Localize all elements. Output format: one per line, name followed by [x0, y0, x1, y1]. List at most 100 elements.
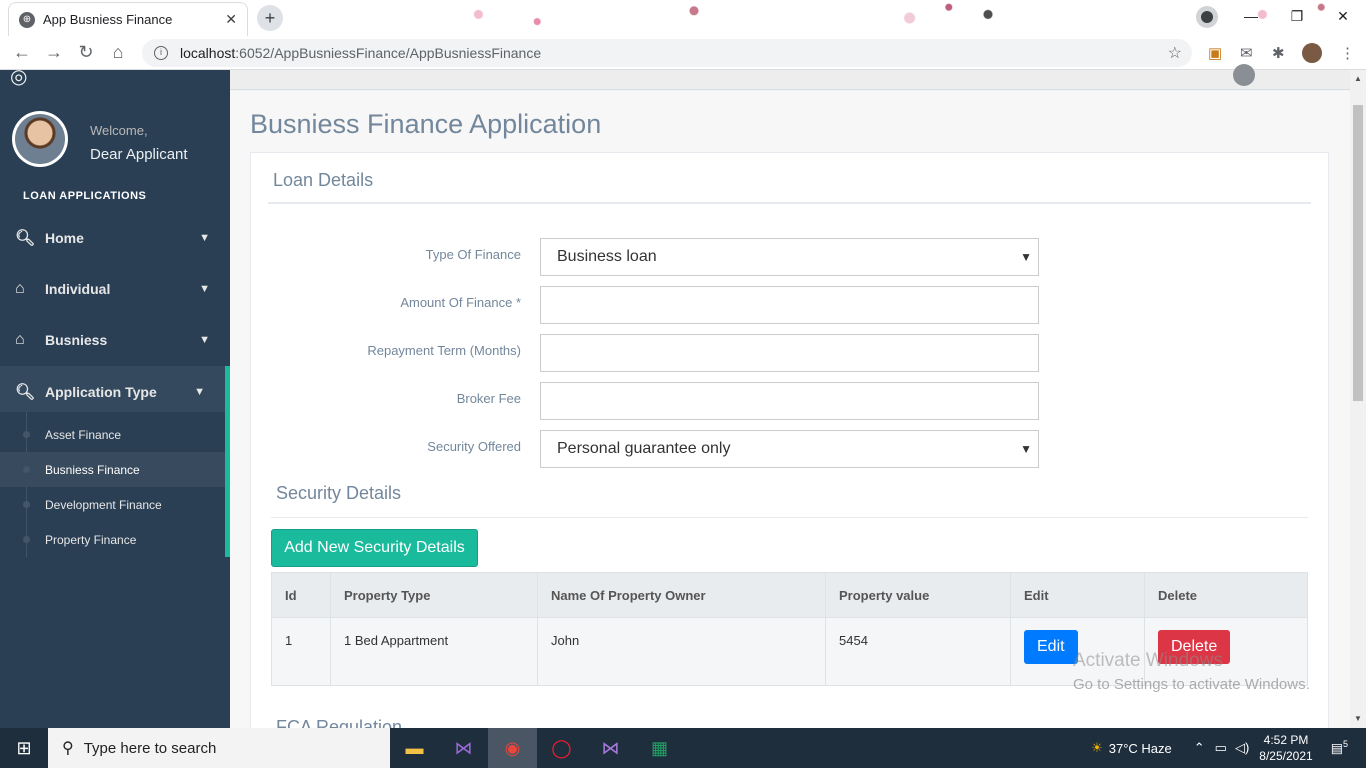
- fca-regulation-title: FCA Regulation: [276, 717, 403, 728]
- amount-of-finance-label: Amount Of Finance *: [400, 295, 521, 310]
- globe-icon: ⊕: [19, 11, 35, 28]
- chevron-down-icon: ▼: [194, 385, 205, 398]
- column-header: Delete: [1144, 572, 1308, 618]
- profile-avatar[interactable]: [1302, 43, 1322, 63]
- chrome-icon[interactable]: ◉: [488, 728, 537, 768]
- mail-icon[interactable]: ✉: [1240, 44, 1253, 62]
- clock-time: 4:52 PM: [1263, 733, 1309, 747]
- security-offered-select[interactable]: Personal guarantee only ▼: [540, 430, 1039, 468]
- cell-property-value: 5454: [825, 617, 1011, 686]
- type-of-finance-select[interactable]: Business loan ▼: [540, 238, 1039, 276]
- notification-icon[interactable]: ▤5: [1331, 739, 1348, 756]
- sidebar-subitem-property-finance[interactable]: Property Finance: [0, 522, 225, 557]
- divider: [268, 202, 1311, 204]
- edit-button[interactable]: Edit: [1024, 630, 1078, 664]
- address-bar[interactable]: i localhost:6052/AppBusniessFinance/AppB…: [142, 39, 1192, 67]
- security-offered-label: Security Offered: [427, 439, 521, 454]
- chevron-up-icon[interactable]: ⌃: [1194, 740, 1205, 756]
- user-name: Dear Applicant: [90, 146, 188, 163]
- sidebar-item-application-type[interactable]: 🔍︎ Application Type ▼: [0, 366, 230, 417]
- subitem-label: Busniess Finance: [45, 462, 140, 477]
- activate-windows-watermark: Activate Windows: [1073, 650, 1223, 671]
- chevron-down-icon: ▼: [199, 231, 210, 244]
- subitem-label: Asset Finance: [45, 427, 122, 442]
- top-nav: [230, 64, 1350, 90]
- weather-text[interactable]: 37°C Haze: [1109, 741, 1172, 756]
- windows-taskbar: ⊞ ⚲ Type here to search ▬ ⋈ ◉ ◯ ⋈ ▦ ☀ 37…: [0, 728, 1366, 768]
- page-title: Busniess Finance Application: [250, 109, 602, 139]
- bookmark-star-icon[interactable]: ☆: [1168, 43, 1182, 63]
- menu-kebab-icon[interactable]: ⋮: [1340, 44, 1355, 62]
- scrollbar-thumb[interactable]: [1353, 105, 1363, 401]
- sidebar-subitem-asset-finance[interactable]: Asset Finance: [0, 417, 225, 452]
- excel-icon[interactable]: ▦: [635, 728, 684, 768]
- site-info-icon[interactable]: i: [154, 46, 168, 60]
- cell-property-type: 1 Bed Appartment: [330, 617, 538, 686]
- browser-tab[interactable]: ⊕ App Busniess Finance ✕: [8, 2, 248, 36]
- cell-id: 1: [271, 617, 331, 686]
- cell-owner: John: [537, 617, 826, 686]
- sidebar-subitem-busniess-finance[interactable]: Busniess Finance: [0, 452, 225, 487]
- close-window-button[interactable]: ✕: [1320, 0, 1366, 32]
- page-scrollbar[interactable]: ▲ ▼: [1350, 70, 1366, 728]
- browser-tab-strip: ⊕ App Busniess Finance ✕ + — ❐ ✕: [0, 0, 1366, 36]
- column-header: Name Of Property Owner: [537, 572, 826, 618]
- puzzle-icon[interactable]: ✱: [1272, 44, 1285, 62]
- taskbar-search[interactable]: ⚲ Type here to search: [48, 728, 390, 768]
- tab-search-button[interactable]: [1196, 6, 1218, 28]
- network-icon[interactable]: ▭: [1215, 740, 1227, 756]
- search-icon: 🔍︎: [15, 229, 36, 247]
- subitem-label: Development Finance: [45, 497, 162, 512]
- back-arrow-icon[interactable]: ←: [6, 42, 38, 63]
- clock[interactable]: 4:52 PM 8/25/2021: [1259, 732, 1312, 764]
- welcome-text: Welcome,: [90, 123, 148, 138]
- sidebar-item-busniess[interactable]: ⌂ Busniess ▼: [0, 314, 230, 365]
- sidebar-item-individual[interactable]: ⌂ Individual ▼: [0, 263, 230, 314]
- sidebar-subitem-development-finance[interactable]: Development Finance: [0, 487, 225, 522]
- weather-icon: ☀: [1091, 740, 1103, 755]
- sidebar-item-home[interactable]: 🔍︎ Home ▼: [0, 212, 230, 263]
- search-placeholder: Type here to search: [83, 739, 217, 757]
- opera-icon[interactable]: ◯: [537, 728, 586, 768]
- url-path: :6052/AppBusniessFinance/AppBusniessFina…: [235, 45, 542, 61]
- type-of-finance-label: Type Of Finance: [425, 247, 521, 262]
- visual-studio-code-icon[interactable]: ⋈: [586, 728, 635, 768]
- volume-icon[interactable]: ◁): [1235, 740, 1249, 756]
- security-offered-value: Personal guarantee only: [557, 440, 731, 457]
- scroll-up-icon[interactable]: ▲: [1354, 74, 1362, 83]
- security-details-title: Security Details: [276, 483, 402, 503]
- tab-strip-decoration: [400, 0, 1366, 36]
- home-icon[interactable]: ⌂: [102, 42, 134, 63]
- search-icon: ⚲: [62, 740, 74, 757]
- column-header: Edit: [1010, 572, 1145, 618]
- clock-date: 8/25/2021: [1259, 749, 1313, 763]
- search-icon: 🔍︎: [15, 383, 36, 401]
- table-header-row: Id Property Type Name Of Property Owner …: [271, 572, 1308, 618]
- restore-button[interactable]: ❐: [1274, 0, 1320, 32]
- visual-studio-icon[interactable]: ⋈: [439, 728, 488, 768]
- broker-fee-input[interactable]: [540, 382, 1039, 420]
- sidebar-item-label: Home: [45, 229, 84, 246]
- scroll-down-icon[interactable]: ▼: [1354, 714, 1362, 723]
- logo: ◎: [10, 66, 28, 88]
- type-of-finance-value: Business loan: [557, 248, 657, 265]
- reload-icon[interactable]: ↻: [70, 42, 102, 63]
- new-tab-button[interactable]: +: [257, 5, 283, 31]
- top-nav-avatar[interactable]: [1233, 64, 1255, 86]
- windows-start-icon[interactable]: ⊞: [0, 738, 48, 759]
- repayment-term-input[interactable]: [540, 334, 1039, 372]
- tab-title: App Busniess Finance: [43, 12, 173, 27]
- minimize-button[interactable]: —: [1228, 0, 1274, 32]
- url-host: localhost: [180, 45, 236, 61]
- sidebar-item-label: Busniess: [45, 331, 108, 348]
- chevron-down-icon: ▼: [1020, 442, 1032, 456]
- file-explorer-icon[interactable]: ▬: [390, 728, 439, 768]
- add-security-details-button[interactable]: Add New Security Details: [271, 529, 478, 567]
- extension-icon[interactable]: ▣: [1208, 44, 1222, 62]
- application-type-submenu: Asset Finance Busniess Finance Developme…: [0, 412, 230, 557]
- amount-of-finance-input[interactable]: [540, 286, 1039, 324]
- repayment-term-label: Repayment Term (Months): [367, 343, 521, 358]
- column-header: Id: [271, 572, 331, 618]
- close-tab-icon[interactable]: ✕: [225, 11, 237, 28]
- forward-arrow-icon[interactable]: →: [38, 42, 70, 63]
